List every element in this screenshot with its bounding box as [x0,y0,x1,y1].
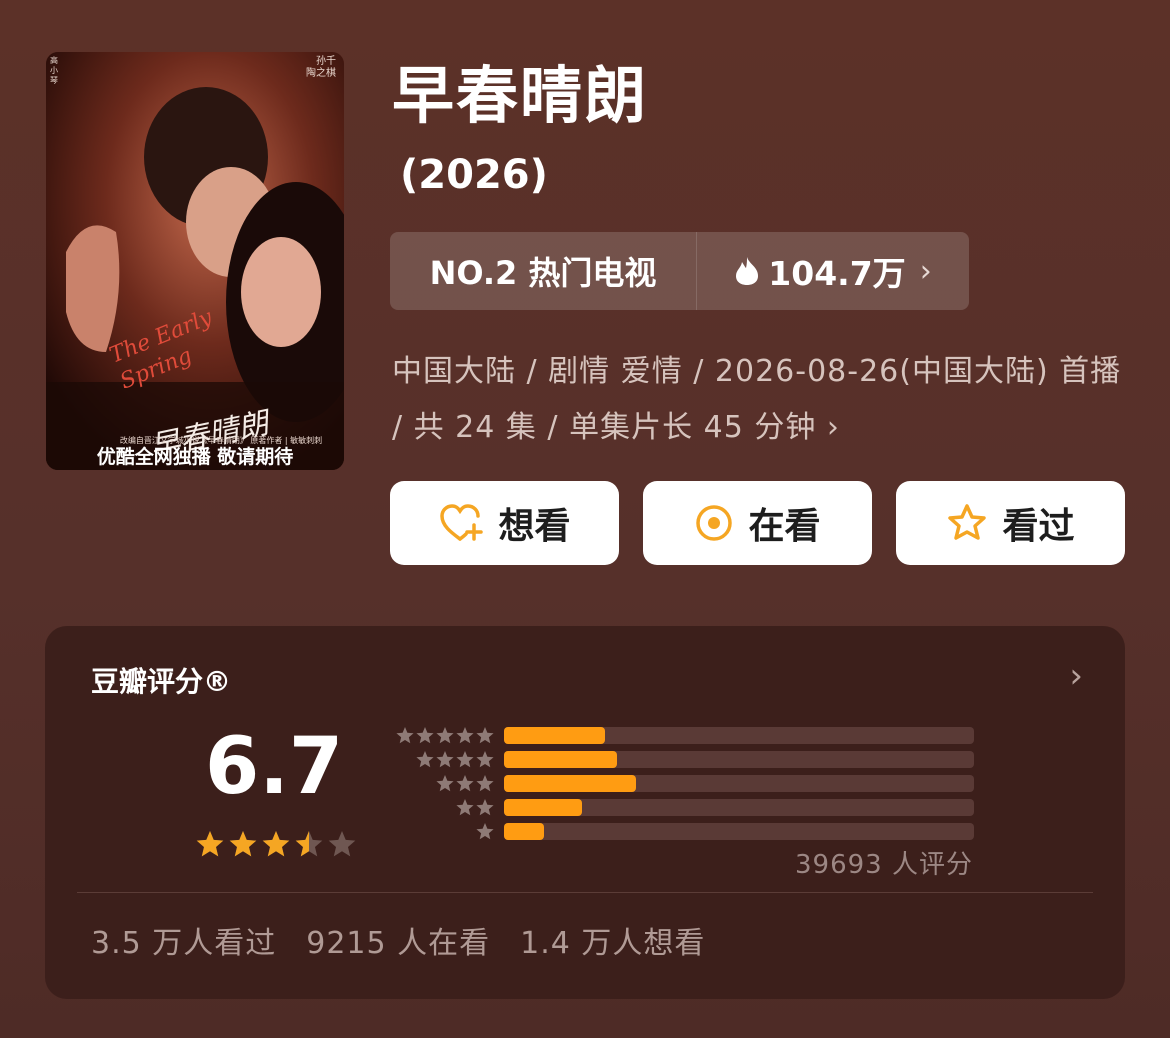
star-icon [476,727,494,744]
star-icon [476,751,494,768]
star-icon [396,727,414,744]
watching-label: 在看 [748,506,821,547]
distribution-stars [396,727,494,840]
watched-count: 3.5 万人看过 [91,926,277,961]
star-icon [456,727,474,744]
star-icon [436,727,454,744]
poster-image[interactable]: 孙千 陶之棋 高小琴 The Early Spring 早春晴朗 改编自晋江文学… [46,52,344,470]
star-icon [416,751,434,768]
chevron-right-icon: › [826,410,840,445]
star-filled-icon [196,831,224,857]
watch-stats: 3.5 万人看过 9215 人在看 1.4 万人想看 [91,918,705,962]
chevron-right-icon: › [919,253,932,289]
poster-credits-left: 高小琴 [50,56,58,85]
star-icon [456,751,474,768]
star-icon [476,823,494,840]
want-to-watch-button[interactable]: 想看 [390,481,619,565]
score-star-rating [196,831,356,857]
star-icon [456,775,474,792]
star-icon [476,775,494,792]
rating-count: 39693 人评分 [795,850,973,880]
rating-bar-track [504,823,974,840]
want-label: 想看 [498,506,571,547]
star-outline-icon [948,504,987,540]
rank-label: NO.2 热门电视 [390,232,697,310]
rating-title: 豆瓣评分® [91,665,232,698]
rating-bar-fill [504,727,606,744]
rating-bar-fill [504,775,636,792]
rating-bar-fill [504,799,582,816]
rating-bar-track [504,775,974,792]
watched-button[interactable]: 看过 [896,481,1125,565]
rating-distribution-bars [504,727,974,847]
rating-card[interactable]: 豆瓣评分® › 6.7 39693 人评分 3.5 万人看过 9215 人在看 … [45,626,1125,999]
show-meta[interactable]: 中国大陆 / 剧情 爱情 / 2026-08-26(中国大陆) 首播 / 共 2… [392,344,1132,456]
distribution-star-labels [385,726,495,850]
star-icon [436,751,454,768]
release-year: (2026) [400,152,548,198]
divider [77,892,1093,893]
rating-bar-track [504,751,974,768]
star-icon [456,799,474,816]
watching-button[interactable]: 在看 [643,481,872,565]
rating-bar-fill [504,823,544,840]
heat-value: 104.7万 [768,254,906,293]
star-filled-icon [229,831,257,857]
page-title: 早春晴朗 [392,59,649,132]
star-icon [436,775,454,792]
star-icon [416,727,434,744]
star-icon [476,799,494,816]
poster-tagline: 优酷全网独播 敬请期待 [96,446,294,468]
rating-bar-fill [504,751,617,768]
heat-indicator[interactable]: 104.7万 › [697,247,969,295]
watched-label: 看过 [1002,506,1075,547]
flame-icon [736,257,759,285]
rating-score: 6.7 [205,722,344,812]
chevron-right-icon[interactable]: › [1069,656,1083,696]
rating-bar-track [504,799,974,816]
poster-credits: 孙千 陶之棋 [306,56,336,79]
rank-badge[interactable]: NO.2 热门电视 104.7万 › [390,232,969,310]
star-filled-icon [262,831,290,857]
want-count: 1.4 万人想看 [520,926,706,961]
star-empty-icon [328,831,356,857]
target-icon [696,505,733,541]
rating-bar-track [504,727,974,744]
watching-count: 9215 人在看 [306,926,491,961]
heart-plus-icon [440,504,484,541]
score-stars [195,828,405,866]
meta-text: 中国大陆 / 剧情 爱情 / 2026-08-26(中国大陆) 首播 / 共 2… [392,354,1122,445]
